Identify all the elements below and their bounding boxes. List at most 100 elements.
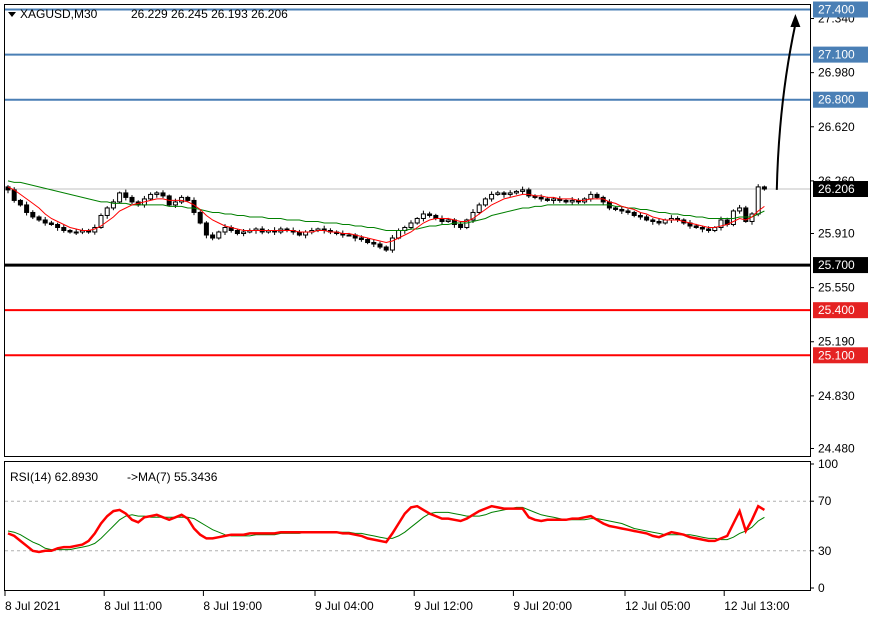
candle-body-bull: [482, 198, 488, 206]
chart-header: XAGUSD,M30 26.229 26.245 26.193 26.206: [8, 7, 288, 21]
candle-body-bear: [656, 220, 662, 224]
candle-body-bull: [216, 231, 222, 239]
candle-body-bear: [501, 192, 507, 195]
candle-body-bull: [73, 231, 79, 234]
candle-body-bear: [544, 198, 550, 201]
candle-body-bull: [148, 193, 154, 200]
symbol-label: XAGUSD,M30: [20, 7, 98, 21]
level-box-25.700[interactable]: 25.700: [813, 257, 868, 274]
price-tick-label: 24.480: [818, 441, 855, 455]
candle-body-bull: [414, 217, 420, 224]
time-tick-label: 8 Jul 11:00: [104, 599, 162, 613]
time-tick-label: 9 Jul 12:00: [414, 599, 473, 613]
level-box-25.400[interactable]: 25.400: [813, 302, 868, 319]
price-box-label: 25.100: [818, 348, 855, 362]
time-tick-label: 9 Jul 20:00: [513, 599, 572, 613]
candle-body-bear: [365, 239, 371, 244]
candle[interactable]: [197, 210, 203, 225]
price-tick-label: 25.190: [818, 335, 855, 349]
candle-body-bull: [520, 189, 526, 192]
candle-body-bear: [67, 230, 73, 233]
rsi-ma-label: ->MA(7) 55.3436: [127, 470, 218, 484]
candle-body-bull: [569, 199, 575, 203]
candle-body-bull: [117, 192, 123, 203]
rsi-tick-label: 100: [818, 457, 838, 471]
candle-body-bear: [371, 242, 377, 245]
level-box-26.800[interactable]: 26.800: [813, 91, 868, 108]
current-price-box[interactable]: 26.206: [813, 181, 868, 198]
price-box-label: 25.400: [818, 303, 855, 317]
price-tick-label: 24.830: [818, 389, 855, 403]
candle[interactable]: [464, 218, 470, 230]
candle-body-bull: [495, 192, 501, 195]
candle-body-bear: [693, 225, 699, 228]
candle-body-bear: [42, 219, 48, 224]
rsi-label: RSI(14) 62.8930: [10, 470, 98, 484]
candle-body-bear: [563, 199, 569, 203]
price-panel: 27.34026.98026.62026.26025.91025.55025.1…: [4, 1, 868, 457]
candle-body-bull: [104, 207, 110, 216]
candle[interactable]: [389, 235, 395, 253]
rsi-panel-frame: [4, 461, 811, 591]
candle-body-bear: [234, 230, 240, 235]
candle-body-bear: [30, 211, 36, 218]
level-box-25.100[interactable]: 25.100: [813, 347, 868, 364]
rsi-tick-label: 30: [818, 544, 832, 558]
time-tick-label: 12 Jul 13:00: [724, 599, 790, 613]
price-box-label: 26.800: [818, 93, 855, 107]
candle[interactable]: [117, 191, 123, 204]
candle-body-bull: [445, 219, 451, 222]
candle-body-bear: [761, 186, 767, 190]
candle-body-bear: [129, 196, 135, 203]
price-tick-label: 25.910: [818, 227, 855, 241]
candle-body-bear: [383, 246, 389, 251]
candle-body-bull: [241, 231, 247, 235]
ohlc-values: 26.229 26.245 26.193 26.206: [131, 7, 288, 21]
candle-body-bull: [408, 222, 414, 228]
candle-body-bull: [588, 193, 594, 200]
candle-body-bull: [420, 213, 426, 219]
candle-body-bear: [185, 196, 191, 201]
candle-body-bull: [507, 192, 513, 195]
time-tick-label: 8 Jul 2021: [5, 599, 61, 613]
candle-body-bear: [631, 211, 637, 216]
candle-body-bear: [36, 216, 42, 221]
time-tick-label: 8 Jul 19:00: [203, 599, 262, 613]
price-box-label: 25.700: [818, 258, 855, 272]
candle-body-bear: [625, 210, 631, 213]
candle-body-bull: [346, 234, 352, 237]
chart-canvas: 27.34026.98026.62026.26025.91025.55025.1…: [0, 0, 880, 624]
candle-body-bear: [619, 208, 625, 212]
candle-body-bear: [197, 211, 203, 224]
price-box-label: 26.206: [818, 182, 855, 196]
candle-body-bull: [222, 226, 228, 233]
candle-body-bull: [489, 193, 495, 200]
candle-body-bear: [210, 234, 216, 239]
candle-body-bear: [358, 237, 364, 241]
candle-body-bear: [55, 223, 61, 228]
candle-body-bear: [17, 199, 23, 206]
price-tick-label: 26.980: [818, 66, 855, 80]
candle[interactable]: [216, 230, 222, 240]
candle[interactable]: [482, 197, 488, 207]
candle-body-bull: [154, 192, 160, 195]
candle-body-bear: [594, 193, 600, 198]
candle-body-bull: [513, 190, 519, 194]
candle-body-bear: [637, 214, 643, 218]
candle-body-bull: [179, 196, 185, 203]
level-box-27.400[interactable]: 27.400: [813, 1, 868, 18]
candle-body-bear: [613, 207, 619, 210]
candle-body-bear: [458, 223, 464, 228]
candle-body-bear: [203, 222, 209, 236]
level-box-27.100[interactable]: 27.100: [813, 46, 868, 63]
candle-body-bear: [160, 192, 166, 197]
price-tick-label: 26.620: [818, 120, 855, 134]
candle-body-bear: [377, 243, 383, 248]
level-price-boxes: 27.400 27.100 26.800 25.700 25.400 25.100 26.2…: [813, 1, 868, 364]
price-box-label: 27.100: [818, 48, 855, 62]
candle-body-bull: [476, 204, 482, 213]
rsi-tick-label: 0: [818, 581, 825, 595]
time-tick-label: 12 Jul 05:00: [625, 599, 691, 613]
candle-body-bear: [699, 226, 705, 230]
candle-body-bear: [650, 219, 656, 222]
